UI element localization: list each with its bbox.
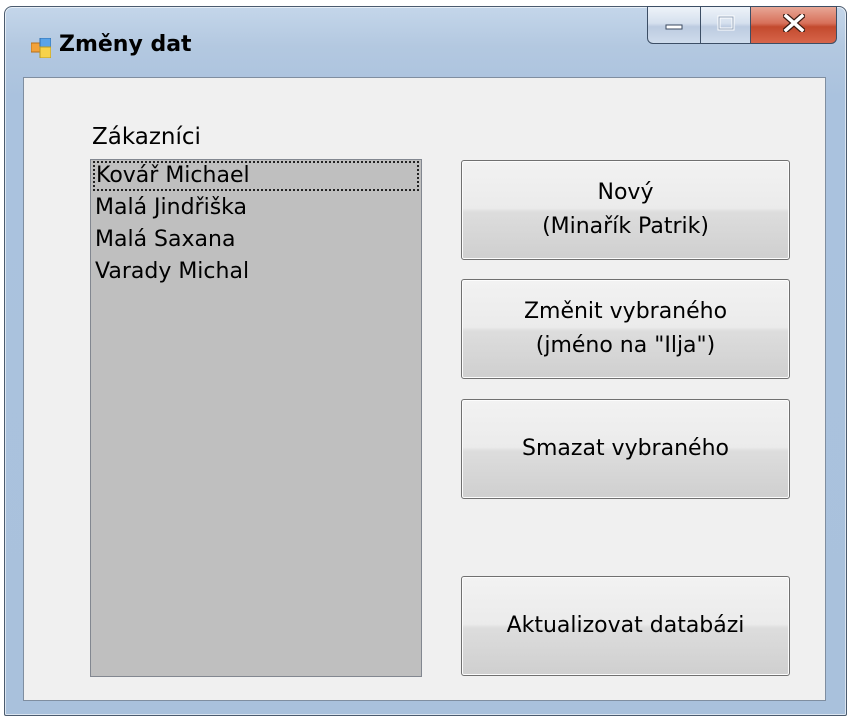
delete-button-label: Smazat vybraného — [522, 436, 729, 461]
close-icon — [781, 11, 806, 36]
new-button-sublabel: (Minařík Patrik) — [542, 214, 709, 239]
customers-listbox[interactable]: Kovář Michael Malá Jindřiška Malá Saxana… — [90, 159, 422, 677]
new-button-label: Nový — [597, 180, 654, 205]
edit-button-label: Změnit vybraného — [523, 299, 728, 324]
list-item[interactable]: Kovář Michael — [92, 160, 420, 192]
update-button-label: Aktualizovat databázi — [506, 613, 745, 638]
update-database-button[interactable]: Aktualizovat databázi — [461, 576, 790, 676]
title-bar[interactable]: Změny dat — [5, 6, 846, 77]
close-button[interactable] — [751, 6, 837, 44]
customers-label: Zákazníci — [92, 124, 201, 150]
maximize-button[interactable] — [701, 6, 751, 44]
maximize-icon — [717, 15, 735, 35]
form-app-icon — [30, 37, 52, 59]
list-item[interactable]: Varady Michal — [91, 256, 421, 288]
edit-button-sublabel: (jméno na "Ilja") — [535, 333, 716, 358]
new-customer-button[interactable]: Nový (Minařík Patrik) — [461, 160, 790, 260]
window-title: Změny dat — [59, 32, 192, 57]
list-item[interactable]: Malá Saxana — [91, 224, 421, 256]
form-client-area: Zákazníci Kovář Michael Malá Jindřiška M… — [23, 77, 826, 701]
app-window: Změny dat Zákazníci Kovář Michael Malá J… — [4, 6, 847, 716]
caption-buttons — [647, 6, 837, 44]
minimize-button[interactable] — [647, 6, 701, 44]
delete-selected-button[interactable]: Smazat vybraného — [461, 399, 790, 499]
list-item[interactable]: Malá Jindřiška — [91, 192, 421, 224]
minimize-icon — [664, 16, 684, 35]
edit-selected-button[interactable]: Změnit vybraného (jméno na "Ilja") — [461, 279, 790, 379]
